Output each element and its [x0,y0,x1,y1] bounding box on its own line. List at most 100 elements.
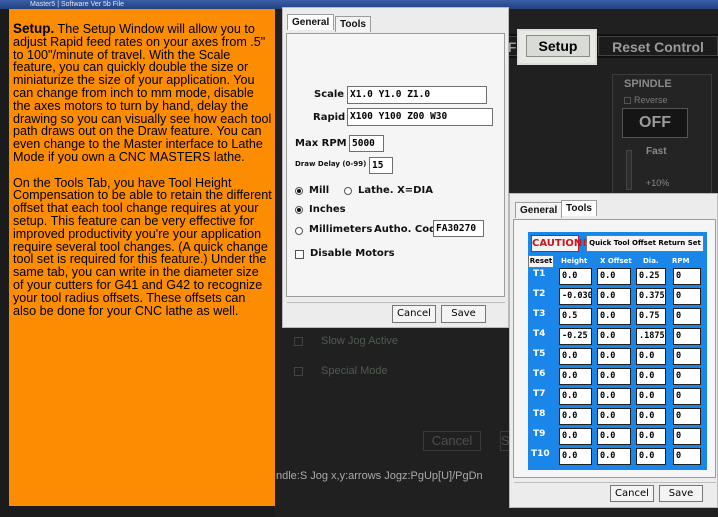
tools-cancel-button[interactable]: Cancel [610,485,654,502]
reset-offsets-button[interactable]: Reset [528,255,554,268]
millimeters-label: Millimeters [309,224,373,235]
lathe-radio[interactable] [344,187,352,195]
mill-label: Mill [309,185,330,196]
x-offset-input[interactable]: 0.0 [597,428,631,445]
height-input[interactable]: 0.0 [559,268,592,285]
dia-input[interactable]: 0.0 [636,448,666,465]
inches-label: Inches [309,204,346,215]
height-input[interactable]: 0.0 [559,428,592,445]
tools-save-button[interactable]: Save [659,485,703,502]
rpm-input[interactable]: 0 [673,308,701,325]
rapid-label: Rapid [313,112,346,123]
dia-input[interactable]: 0.25 [636,268,666,285]
height-input[interactable]: 0.0 [559,408,592,425]
dia-input[interactable]: 0.0 [636,388,666,405]
reverse-checkbox[interactable]: Reverse [624,95,668,105]
rpm-input[interactable]: 0 [673,288,701,305]
x-offset-input[interactable]: 0.0 [597,328,631,345]
x-offset-input[interactable]: 0.0 [597,308,631,325]
millimeters-radio[interactable] [295,227,303,235]
rapid-input[interactable]: X100 Y100 Z00 W30 [347,108,493,126]
height-input[interactable]: -0.25 [559,328,592,345]
x-offset-header: X Offset [600,257,632,265]
disable-motors-label: Disable Motors [310,248,395,259]
speed-percent: +10% [646,178,670,188]
description-paragraph-1: The Setup Window will allow you to adjus… [13,22,272,164]
rpm-input[interactable]: 0 [673,328,701,345]
height-input[interactable]: 0.0 [559,388,592,405]
rpm-input[interactable]: 0 [673,428,701,445]
x-offset-input[interactable]: 0.0 [597,408,631,425]
setup-button[interactable]: Setup [526,35,590,57]
dia-input[interactable]: 0.0 [636,348,666,365]
slow-jog-row[interactable]: Slow Jog Active [294,335,398,347]
spindle-title: SPINDLE [624,78,672,90]
rpm-input[interactable]: 0 [673,268,701,285]
dia-header: Dia. [643,257,659,265]
x-offset-input[interactable]: 0.0 [597,368,631,385]
max-rpm-input[interactable]: 5000 [349,135,384,152]
tool-number: T10 [531,449,550,459]
rpm-input[interactable]: 0 [673,448,701,465]
reverse-label: Reverse [634,95,668,105]
tool-number: T1 [533,269,546,279]
scale-input[interactable]: X1.0 Y1.0 Z1.0 [347,86,487,104]
draw-delay-input[interactable]: 15 [369,157,393,174]
general-dialog: General Tools Scale X1.0 Y1.0 Z1.0 Rapid… [282,7,509,328]
general-save-button[interactable]: Save [441,305,486,323]
caution-button[interactable]: CAUTION! [531,235,587,252]
reset-control-button[interactable]: Reset Control [598,36,718,56]
tool-number: T6 [533,369,546,379]
tool-number: T8 [533,409,546,419]
rpm-input[interactable]: 0 [673,388,701,405]
dia-input[interactable]: 0.0 [636,428,666,445]
x-offset-input[interactable]: 0.0 [597,288,631,305]
x-offset-input[interactable]: 0.0 [597,268,631,285]
dia-input[interactable]: 0.0 [636,408,666,425]
height-input[interactable]: -0.030 [559,288,592,305]
x-offset-input[interactable]: 0.0 [597,348,631,365]
fast-label: Fast [646,146,667,157]
tools-dialog-tab-general[interactable]: General [515,202,563,218]
tab-tools[interactable]: Tools [335,16,371,32]
dia-input[interactable]: 0.0 [636,368,666,385]
tool-number: T9 [533,429,546,439]
tool-number: T4 [533,329,546,339]
tool-number: T7 [533,389,546,399]
rpm-header: RPM [672,257,690,265]
spindle-off-button[interactable]: OFF [622,108,688,138]
height-input[interactable]: 0.5 [559,308,592,325]
rpm-input[interactable]: 0 [673,368,701,385]
inches-radio[interactable] [295,206,303,214]
rpm-input[interactable]: 0 [673,348,701,365]
max-rpm-label: Max RPM [295,138,347,149]
background-cancel-button[interactable]: Cancel [423,431,481,451]
tool-number: T3 [533,309,546,319]
dia-input[interactable]: .1875 [636,328,666,345]
auth-code-input[interactable]: FA30270 [433,220,484,237]
height-input[interactable]: 0.0 [559,368,592,385]
mill-radio[interactable] [295,187,303,195]
spindle-speed-slider[interactable] [626,150,632,190]
tool-number: T5 [533,349,546,359]
height-header: Height [561,257,588,265]
disable-motors-checkbox[interactable] [295,250,304,259]
status-bar: ndle:S Jog x,y:arrows Jogz:PgUp[U]/PgDn [276,470,483,482]
description-title: Setup. [13,21,55,36]
x-offset-input[interactable]: 0.0 [597,388,631,405]
description-panel: Setup. The Setup Window will allow you t… [9,9,275,506]
dia-input[interactable]: 0.375 [636,288,666,305]
general-cancel-button[interactable]: Cancel [392,305,436,323]
special-mode-row[interactable]: Special Mode [294,365,388,377]
draw-delay-label: Draw Delay (0-99) [295,160,367,168]
description-paragraph-2: On the Tools Tab, you have Tool Height C… [13,175,272,318]
tools-dialog-tab-tools[interactable]: Tools [561,200,597,216]
height-input[interactable]: 0.0 [559,348,592,365]
tab-general[interactable]: General [287,14,335,30]
dia-input[interactable]: 0.75 [636,308,666,325]
tools-dialog-separator [514,482,716,483]
rpm-input[interactable]: 0 [673,408,701,425]
quick-tool-offset-button[interactable]: Quick Tool Offset Return Set [586,235,704,252]
height-input[interactable]: 0.0 [559,448,592,465]
x-offset-input[interactable]: 0.0 [597,448,631,465]
